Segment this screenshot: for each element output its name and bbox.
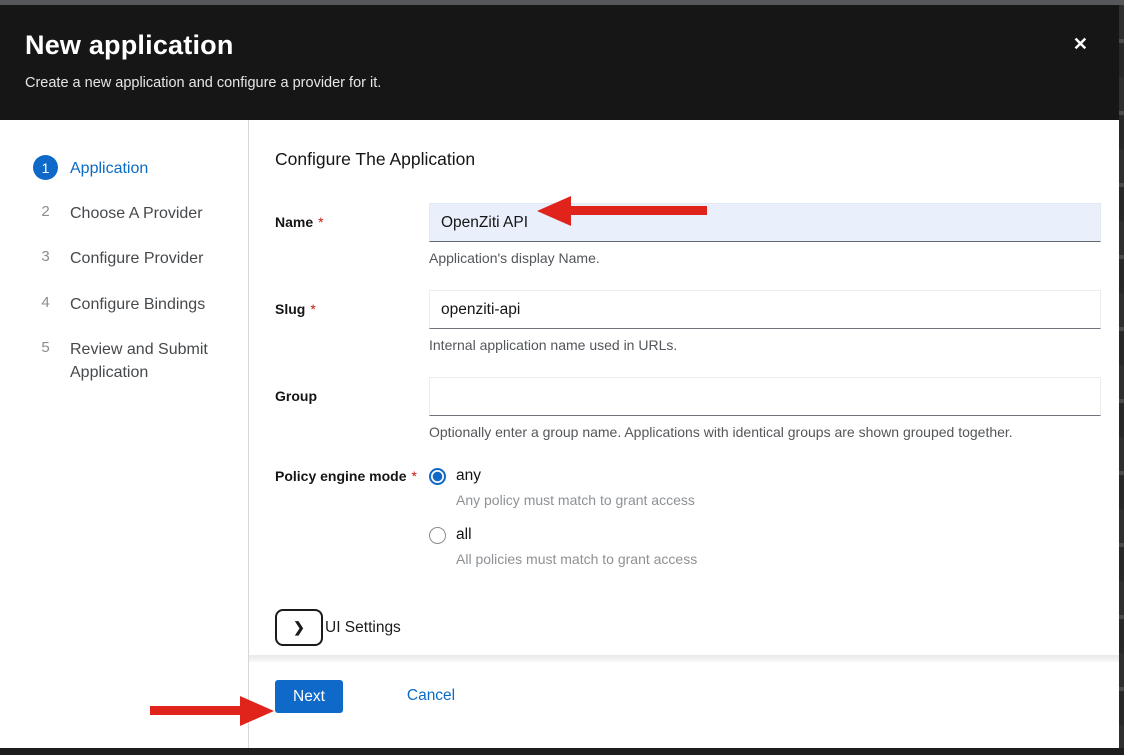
policy-mode-all-helper: All policies must match to grant access <box>456 551 1101 567</box>
name-input[interactable] <box>429 203 1101 242</box>
name-helper-text: Application's display Name. <box>429 250 1101 266</box>
policy-mode-any-radio[interactable] <box>429 468 446 485</box>
group-helper-text: Optionally enter a group name. Applicati… <box>429 424 1101 440</box>
new-application-modal: New application Create a new application… <box>0 0 1124 755</box>
group-label: Group <box>275 377 429 440</box>
policy-mode-any-label[interactable]: any <box>456 467 481 485</box>
slug-field-row: Slug* Internal application name used in … <box>275 290 1101 353</box>
wizard-step-configure-bindings[interactable]: 4 Configure Bindings <box>33 291 234 316</box>
policy-engine-mode-row: Policy engine mode* any Any policy must … <box>275 464 1101 567</box>
ui-settings-expand-button[interactable]: ❯ <box>275 609 323 646</box>
slug-input[interactable] <box>429 290 1101 329</box>
arrow-head-icon <box>240 696 274 726</box>
step-label: Review and Submit Application <box>70 336 234 384</box>
policy-mode-any-option: any <box>429 464 1101 485</box>
next-button[interactable]: Next <box>275 680 343 713</box>
name-label: Name* <box>275 203 429 266</box>
policy-mode-all-radio[interactable] <box>429 527 446 544</box>
close-icon[interactable]: ✕ <box>1073 35 1088 53</box>
step-number: 2 <box>33 200 58 220</box>
required-asterisk: * <box>318 214 323 230</box>
ui-settings-expander: ❯ UI Settings <box>275 609 1101 646</box>
step-number-badge: 1 <box>33 155 58 180</box>
annotation-arrow-name-field <box>537 196 707 226</box>
required-asterisk: * <box>411 468 416 484</box>
backdrop-right-strip <box>1119 5 1124 748</box>
page-title: Configure The Application <box>275 149 1101 170</box>
ui-settings-label: UI Settings <box>325 619 401 637</box>
step-label: Choose A Provider <box>70 200 203 225</box>
wizard-step-configure-provider[interactable]: 3 Configure Provider <box>33 245 234 270</box>
step-number: 3 <box>33 245 58 265</box>
chevron-right-icon: ❯ <box>293 619 305 636</box>
modal-subtitle: Create a new application and configure a… <box>25 75 1124 91</box>
step-label: Configure Bindings <box>70 291 205 316</box>
annotation-arrow-next-button <box>150 696 274 726</box>
policy-mode-all-option: all <box>429 523 1101 544</box>
policy-mode-any-helper: Any policy must match to grant access <box>456 492 1101 508</box>
modal-header: New application Create a new application… <box>0 5 1124 120</box>
arrow-head-icon <box>537 196 571 226</box>
wizard-nav: 1 Application 2 Choose A Provider 3 Conf… <box>0 120 249 748</box>
wizard-step-review-submit[interactable]: 5 Review and Submit Application <box>33 336 234 384</box>
step-number: 4 <box>33 291 58 311</box>
policy-mode-all-label[interactable]: all <box>456 526 472 544</box>
policy-engine-mode-label: Policy engine mode* <box>275 464 429 567</box>
backdrop-top-strip <box>0 0 1124 5</box>
group-field-row: Group Optionally enter a group name. App… <box>275 377 1101 440</box>
required-asterisk: * <box>310 301 315 317</box>
modal-title: New application <box>25 30 1124 61</box>
step-label: Application <box>70 155 148 180</box>
cancel-link[interactable]: Cancel <box>407 680 455 705</box>
wizard-step-choose-provider[interactable]: 2 Choose A Provider <box>33 200 234 225</box>
wizard-step-application[interactable]: 1 Application <box>33 155 234 180</box>
wizard-footer: Next Cancel <box>249 662 1124 748</box>
backdrop-bottom-strip <box>0 748 1124 755</box>
footer-divider <box>249 655 1124 662</box>
step-number: 5 <box>33 336 58 356</box>
slug-label: Slug* <box>275 290 429 353</box>
slug-helper-text: Internal application name used in URLs. <box>429 337 1101 353</box>
step-label: Configure Provider <box>70 245 203 270</box>
group-input[interactable] <box>429 377 1101 416</box>
